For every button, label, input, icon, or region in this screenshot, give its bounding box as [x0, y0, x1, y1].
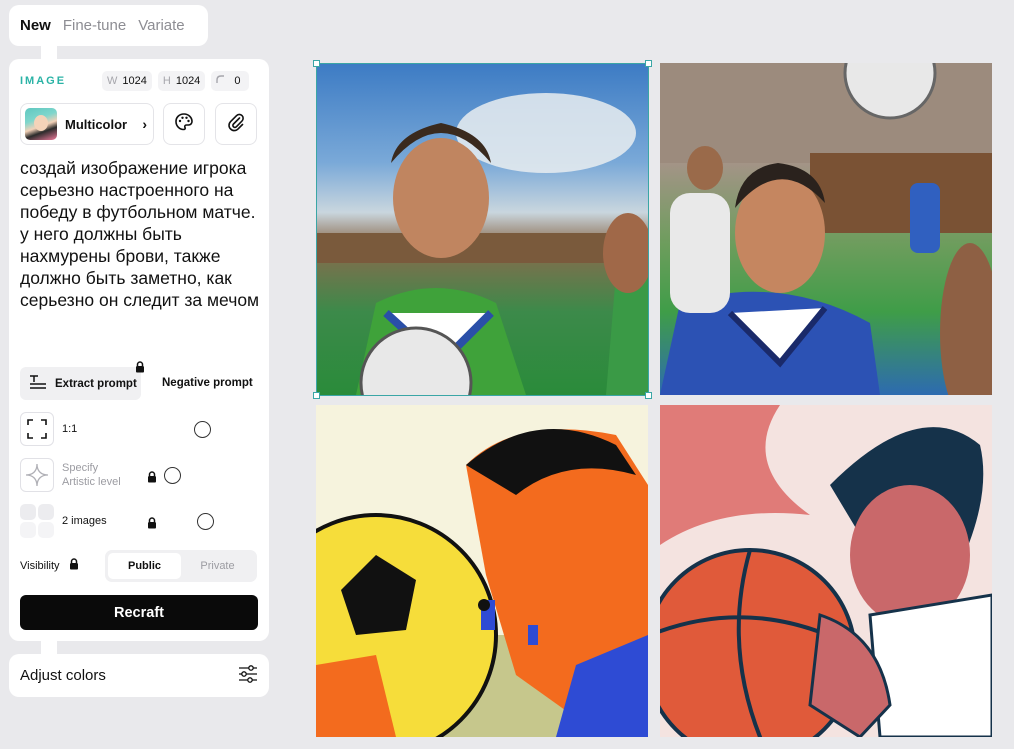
image-grid-icon — [20, 504, 54, 538]
mode-tabs: New Fine-tune Variate — [9, 5, 208, 46]
extract-prompt-button[interactable]: Extract prompt — [20, 367, 141, 400]
height-field[interactable]: H 1024 — [157, 71, 206, 91]
resize-handle[interactable] — [645, 392, 652, 399]
aspect-ratio-radio[interactable] — [194, 421, 211, 438]
adjust-colors-label: Adjust colors — [20, 667, 106, 684]
aspect-ratio-label: 1:1 — [62, 423, 78, 435]
height-value[interactable]: 1024 — [176, 75, 200, 87]
palette-button[interactable] — [163, 103, 205, 145]
paperclip-icon — [226, 112, 246, 137]
generated-image-1[interactable] — [316, 63, 648, 395]
corner-radius-value[interactable]: 0 — [230, 75, 244, 87]
sparkle-icon — [20, 458, 54, 492]
artistic-level-line-1: Specify — [62, 462, 99, 474]
width-field[interactable]: W 1024 — [102, 71, 152, 91]
generated-image-2[interactable] — [660, 63, 992, 395]
visibility-public[interactable]: Public — [108, 553, 181, 579]
generated-image-4[interactable] — [660, 405, 992, 737]
visibility-label: Visibility — [20, 560, 60, 572]
corner-radius-icon — [216, 75, 225, 87]
image-section-title: IMAGE — [20, 75, 67, 87]
tab-fine-tune[interactable]: Fine-tune — [63, 17, 126, 34]
generation-panel: IMAGE W 1024 H 1024 0 Multicolor › созда… — [9, 59, 269, 641]
lock-icon — [147, 516, 157, 534]
style-thumbnail — [25, 108, 57, 140]
aspect-ratio-row[interactable]: 1:1 — [20, 412, 250, 446]
chevron-right-icon: › — [142, 116, 147, 132]
style-name: Multicolor — [65, 116, 128, 132]
tab-variate[interactable]: Variate — [138, 17, 184, 34]
height-label: H — [162, 75, 171, 87]
width-label: W — [107, 75, 118, 87]
panel-connector — [41, 46, 57, 60]
negative-prompt-button[interactable]: Negative prompt — [162, 377, 253, 389]
lock-icon — [147, 470, 157, 488]
image-count-label: 2 images — [62, 515, 107, 527]
artistic-level-label: Specify Artistic level — [62, 461, 121, 489]
lock-icon — [69, 557, 79, 575]
style-selector-button[interactable]: Multicolor › — [20, 103, 154, 145]
corner-radius-field[interactable]: 0 — [211, 71, 250, 91]
width-value[interactable]: 1024 — [122, 75, 146, 87]
artistic-level-line-2: Artistic level — [62, 476, 121, 488]
tab-new[interactable]: New — [20, 17, 51, 34]
artistic-level-row[interactable]: Specify Artistic level — [20, 458, 250, 492]
image-settings-row: IMAGE W 1024 H 1024 0 — [20, 71, 258, 91]
image-count-radio[interactable] — [197, 513, 214, 530]
image-count-row[interactable]: 2 images — [20, 504, 250, 538]
palette-icon — [174, 112, 194, 137]
panel-connector — [41, 641, 57, 655]
attach-button[interactable] — [215, 103, 257, 145]
artistic-level-radio[interactable] — [164, 467, 181, 484]
sliders-icon[interactable] — [238, 664, 258, 687]
lock-icon — [135, 360, 145, 378]
adjust-colors-section[interactable]: Adjust colors — [9, 654, 269, 697]
text-lines-icon — [29, 375, 47, 392]
generated-image-3[interactable] — [316, 405, 648, 737]
resize-handle[interactable] — [645, 60, 652, 67]
visibility-row: Visibility Public Private — [20, 550, 257, 582]
aspect-ratio-icon — [20, 412, 54, 446]
visibility-private[interactable]: Private — [181, 553, 254, 579]
resize-handle[interactable] — [313, 392, 320, 399]
recraft-button[interactable]: Recraft — [20, 595, 258, 630]
visibility-toggle: Public Private — [105, 550, 257, 582]
resize-handle[interactable] — [313, 60, 320, 67]
prompt-textarea[interactable]: создай изображение игрока серьезно настр… — [20, 157, 260, 311]
extract-prompt-label: Extract prompt — [55, 377, 137, 390]
